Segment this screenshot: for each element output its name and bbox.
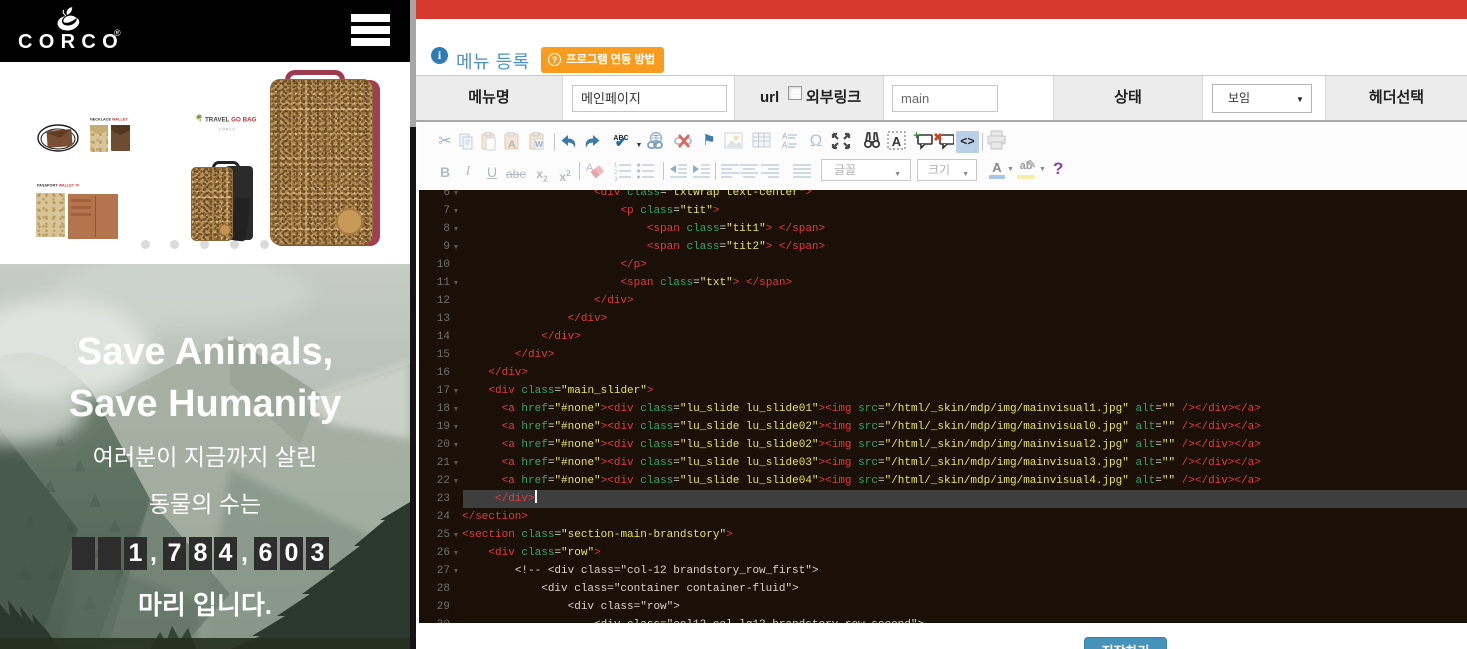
svg-text:A: A	[782, 132, 788, 141]
svg-text:A: A	[892, 134, 902, 149]
svg-text:A: A	[782, 141, 788, 150]
svg-text:2: 2	[614, 170, 618, 176]
svg-text:✖: ✖	[933, 132, 942, 144]
svg-text:W: W	[535, 140, 543, 149]
svg-text:1: 1	[614, 163, 618, 169]
svg-text:A: A	[508, 139, 516, 151]
svg-text:+: +	[913, 131, 919, 142]
svg-text:3: 3	[614, 177, 618, 182]
